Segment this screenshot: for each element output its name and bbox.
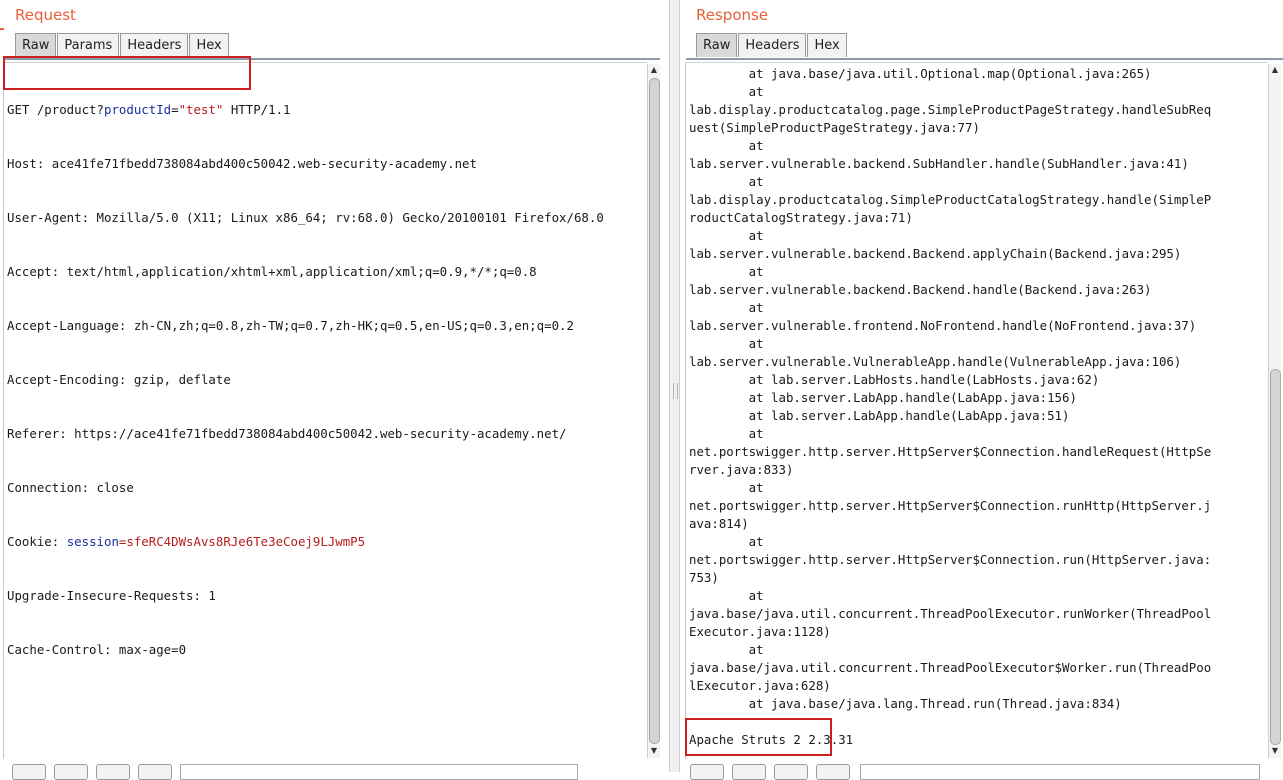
scroll-thumb[interactable] [649,78,660,744]
struts-version-highlight [685,718,832,756]
stack-trace-line: java.base/java.util.concurrent.ThreadPoo… [689,606,1212,621]
response-editor[interactable]: at java.base/java.util.Optional.map(Opti… [685,62,1268,759]
split-divider[interactable] [669,0,680,772]
tab-params[interactable]: Params [57,33,120,57]
scroll-down-icon[interactable]: ▼ [1269,745,1281,757]
request-pane: Request Raw Params Headers Hex GET /prod… [0,0,669,780]
response-search-bar [680,760,1283,780]
stack-trace-line: lab.display.productcatalog.page.SimplePr… [689,102,1212,117]
stack-trace-line: net.portswigger.http.server.HttpServer$C… [689,444,1212,459]
response-scrollbar[interactable]: ▲ ▼ [1268,64,1281,758]
header-line: Accept-Language: zh-CN,zh;q=0.8,zh-TW;q=… [7,318,574,333]
tab-raw[interactable]: Raw [696,33,738,57]
next-button[interactable] [138,764,172,780]
param-name: productId [103,102,172,117]
stack-trace-line: at [689,174,764,189]
request-editor[interactable]: GET /product?productId="test" HTTP/1.1 H… [3,62,647,759]
header-line: Accept: text/html,application/xhtml+xml,… [7,264,537,279]
request-line-highlight [3,56,251,90]
previous-button[interactable] [732,764,766,780]
cookie-value: sfeRC4DWsAvs8RJe6Te3eCoej9LJwmP5 [126,534,366,549]
stack-trace-line: lab.server.vulnerable.backend.SubHandler… [689,156,1189,171]
tab-rule [686,58,1283,60]
stack-trace-line: at lab.server.LabApp.handle(LabApp.java:… [689,390,1077,405]
scroll-down-icon[interactable]: ▼ [648,745,660,757]
stack-trace-line: at lab.server.LabHosts.handle(LabHosts.j… [689,372,1100,387]
stack-trace-line: uest(SimpleProductPageStrategy.java:77) [689,120,980,135]
header-line: User-Agent: Mozilla/5.0 (X11; Linux x86_… [7,210,604,225]
header-line: Upgrade-Insecure-Requests: 1 [7,588,216,603]
stack-trace-line: Executor.java:1128) [689,624,831,639]
stack-trace-line: lab.server.vulnerable.VulnerableApp.hand… [689,354,1182,369]
protocol: HTTP/1.1 [223,102,291,117]
request-search-bar [0,760,669,780]
response-text: at java.base/java.util.Optional.map(Opti… [689,65,1211,749]
scroll-up-icon[interactable]: ▲ [1269,64,1281,76]
response-tab-bar: Raw Headers Hex [696,33,848,58]
stack-trace-line: at [689,534,764,549]
tab-hex[interactable]: Hex [189,33,229,57]
response-title: Response [696,6,769,24]
stack-trace-line: at lab.server.LabApp.handle(LabApp.java:… [689,408,1070,423]
stack-trace-line: 753) [689,570,719,585]
request-tab-bar: Raw Params Headers Hex [15,33,230,58]
header-line: Host: ace41fe71fbedd738084abd400c50042.w… [7,156,477,171]
param-value: "test" [178,102,224,117]
search-input[interactable] [860,764,1260,780]
divider-grip[interactable] [673,383,678,399]
tab-headers[interactable]: Headers [120,33,189,57]
header-line: Connection: close [7,480,134,495]
stack-trace-line: at [689,480,764,495]
header-line: Accept-Encoding: gzip, deflate [7,372,231,387]
request-title: Request [15,6,76,24]
stack-trace-line: java.base/java.util.concurrent.ThreadPoo… [689,660,1212,675]
response-pane: Response Raw Headers Hex at java.base/ja… [680,0,1283,780]
cookie-prefix: Cookie: [7,534,67,549]
stack-trace-line: at java.base/java.lang.Thread.run(Thread… [689,696,1122,711]
stack-trace-line: at [689,426,764,441]
previous-button[interactable] [54,764,88,780]
method-path: GET /product? [7,102,104,117]
help-button[interactable] [12,764,46,780]
tab-hex[interactable]: Hex [807,33,847,57]
stack-trace-line: lExecutor.java:628) [689,678,831,693]
stack-trace-line: at java.base/java.util.Optional.map(Opti… [689,66,1152,81]
stack-trace-line: at [689,84,764,99]
stack-trace-line: rver.java:833) [689,462,794,477]
header-line: Cache-Control: max-age=0 [7,642,187,657]
search-input[interactable] [180,764,578,780]
help-button[interactable] [690,764,724,780]
pane-marker [0,28,4,30]
request-scrollbar[interactable]: ▲ ▼ [647,64,660,758]
tab-headers[interactable]: Headers [738,33,807,57]
add-button[interactable] [774,764,808,780]
stack-trace-line: at [689,336,764,351]
scroll-up-icon[interactable]: ▲ [648,64,660,76]
request-line: GET /product?productId="test" HTTP/1.1 [7,101,604,119]
stack-trace-line: at [689,300,764,315]
stack-trace-line: roductCatalogStrategy.java:71) [689,210,913,225]
stack-trace-line: at [689,642,764,657]
stack-trace-line: lab.server.vulnerable.frontend.NoFronten… [689,318,1197,333]
cookie-line: Cookie: session=sfeRC4DWsAvs8RJe6Te3eCoe… [7,533,604,551]
stack-trace-line: at [689,228,764,243]
scroll-thumb[interactable] [1270,369,1281,745]
stack-trace-line: lab.server.vulnerable.backend.Backend.ap… [689,246,1182,261]
stack-trace-line: at [689,588,764,603]
request-text: GET /product?productId="test" HTTP/1.1 H… [7,65,604,695]
stack-trace-line: at [689,138,764,153]
header-line: Referer: https://ace41fe71fbedd738084abd… [7,426,567,441]
stack-trace-line: lab.display.productcatalog.SimpleProduct… [689,192,1212,207]
stack-trace-line: net.portswigger.http.server.HttpServer$C… [689,498,1212,513]
cookie-name: session [66,534,119,549]
stack-trace-line: lab.server.vulnerable.backend.Backend.ha… [689,282,1152,297]
param-equals: = [171,102,179,117]
add-button[interactable] [96,764,130,780]
next-button[interactable] [816,764,850,780]
stack-trace-line: ava:814) [689,516,749,531]
stack-trace-line: net.portswigger.http.server.HttpServer$C… [689,552,1212,567]
tab-raw[interactable]: Raw [15,33,57,57]
stack-trace-line: at [689,264,764,279]
